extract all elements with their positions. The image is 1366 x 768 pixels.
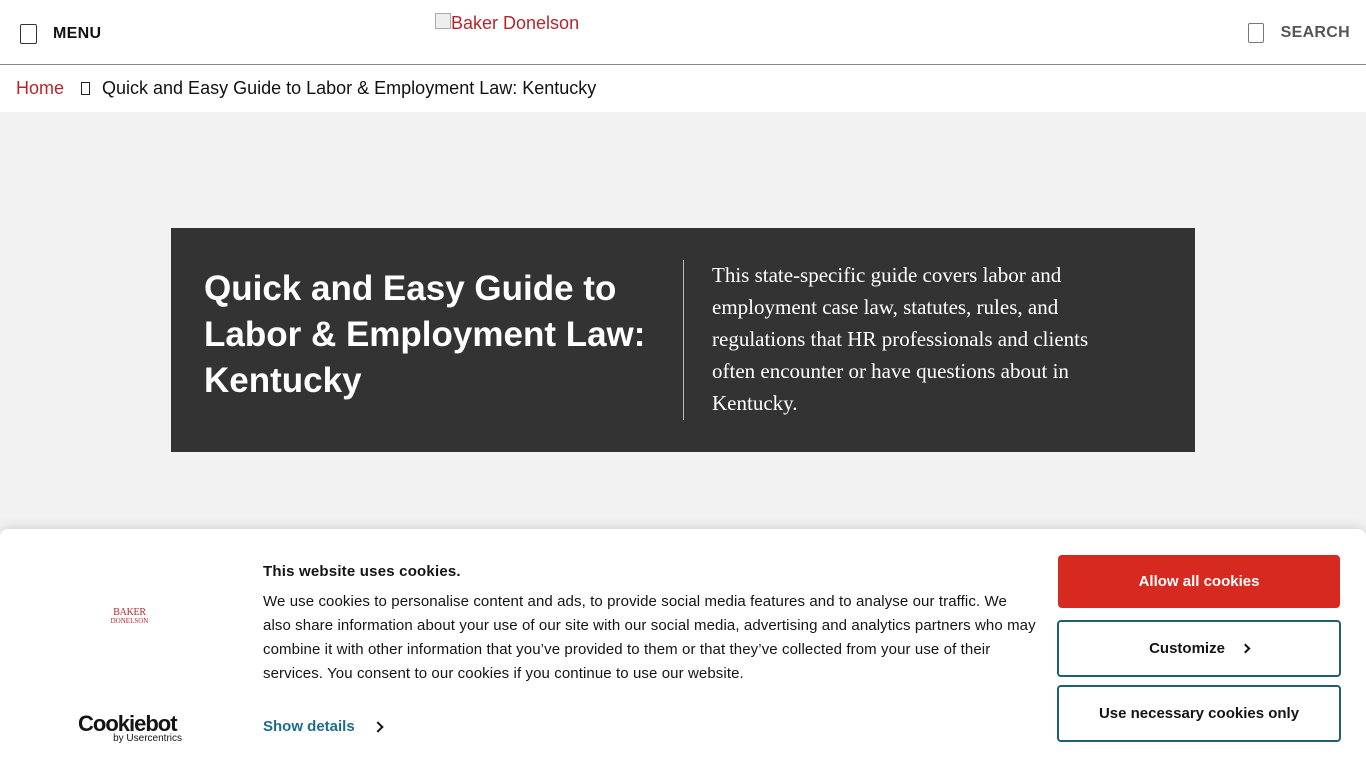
chevron-right-icon [81, 82, 91, 95]
breadcrumb: Home Quick and Easy Guide to Labor & Emp… [0, 65, 1366, 112]
chevron-right-icon [372, 720, 384, 733]
logo-line-2: DONELSON [110, 617, 149, 625]
show-details-link[interactable]: Show details [263, 718, 384, 735]
show-details-label: Show details [263, 718, 355, 735]
menu-label: MENU [53, 25, 102, 42]
allow-all-cookies-button[interactable]: Allow all cookies [1058, 555, 1340, 608]
cookiebot-logo[interactable]: Cookiebot by Usercentrics [78, 712, 182, 745]
necessary-cookies-button[interactable]: Use necessary cookies only [1057, 685, 1341, 742]
site-logo[interactable]: Baker Donelson [435, 13, 579, 34]
hero-banner: Quick and Easy Guide to Labor & Employme… [171, 228, 1195, 452]
search-icon [1247, 23, 1264, 43]
broken-image-icon [435, 13, 451, 29]
menu-icon [20, 24, 37, 44]
logo-alt-text: Baker Donelson [451, 13, 580, 33]
breadcrumb-home-link[interactable]: Home [16, 78, 64, 99]
menu-button[interactable]: MENU [20, 23, 101, 45]
customize-label: Customize [1149, 640, 1225, 657]
baker-donelson-logo: BAKER DONELSON [107, 607, 152, 626]
cookie-title: This website uses cookies. [263, 563, 461, 580]
customize-button[interactable]: Customize [1057, 620, 1341, 677]
chevron-right-icon [1240, 643, 1251, 654]
search-label: SEARCH [1280, 24, 1350, 41]
breadcrumb-current: Quick and Easy Guide to Labor & Employme… [102, 78, 597, 98]
hero-divider [683, 260, 684, 420]
hero-description: This state-specific guide covers labor a… [712, 263, 1089, 415]
cookie-consent-banner: BAKER DONELSON Cookiebot by Usercentrics… [0, 529, 1366, 768]
page-title: Quick and Easy Guide to Labor & Employme… [204, 269, 646, 400]
site-header: MENU Baker Donelson SEARCH [0, 0, 1366, 65]
cookie-text: We use cookies to personalise content an… [263, 593, 1036, 682]
logo-line-1: BAKER [113, 607, 146, 618]
search-button[interactable]: SEARCH [1247, 22, 1350, 44]
